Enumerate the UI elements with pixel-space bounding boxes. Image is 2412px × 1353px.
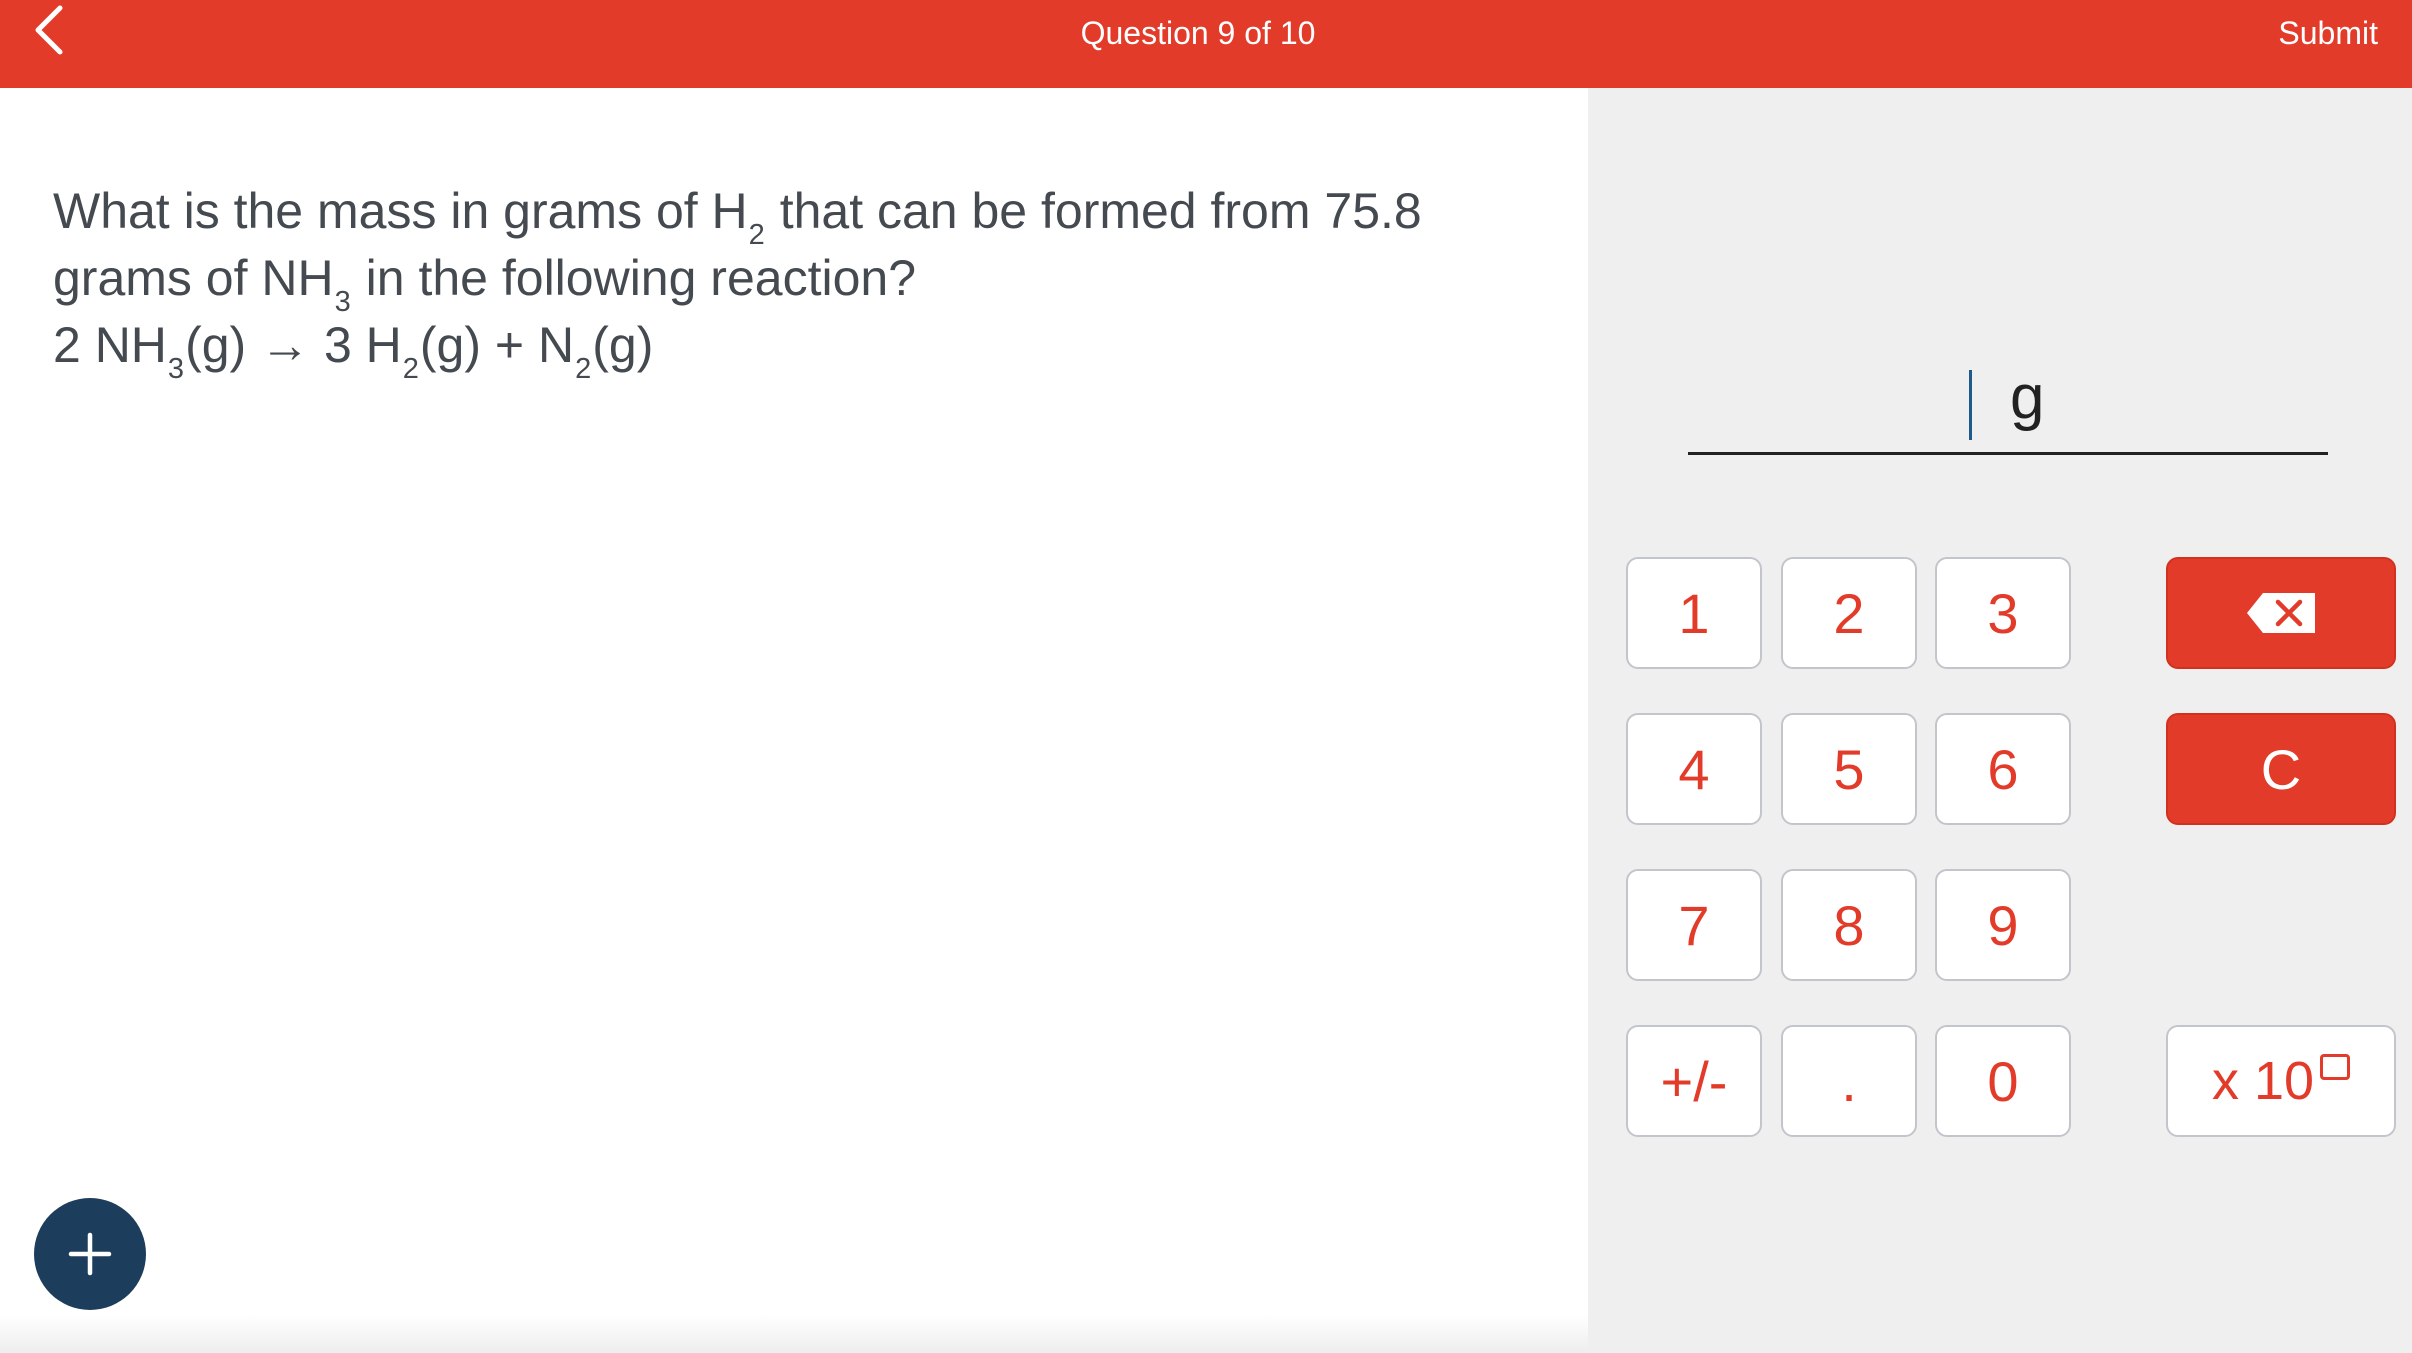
equation-part: 2 NH [53, 317, 167, 373]
backspace-button[interactable] [2166, 557, 2396, 669]
back-button[interactable] [20, 2, 76, 58]
page-title: Question 9 of 10 [1080, 15, 1316, 51]
question-text-part: What is the mass in grams of H [53, 183, 748, 239]
scientific-notation-label: x 10 [2211, 1051, 2315, 1111]
reaction-equation: 2 NH3(g) → 3 H2(g) + N2(g) [53, 316, 1533, 385]
top-bar: Question 9 of 10 Submit [0, 0, 2412, 88]
key-0[interactable]: 0 [1935, 1025, 2071, 1137]
subscript: 3 [334, 286, 351, 318]
text-caret [1969, 370, 1972, 440]
question-line-2: grams of NH3 in the following reaction? [53, 249, 1533, 318]
add-button[interactable] [34, 1198, 146, 1310]
key-8[interactable]: 8 [1781, 869, 1917, 981]
question-text: What is the mass in grams of H2 that can… [53, 182, 1533, 385]
question-text-part: that can be formed from 75.8 [765, 183, 1422, 239]
question-text-part: in the following reaction? [351, 250, 916, 306]
plus-icon [68, 1232, 112, 1276]
subscript: 2 [575, 353, 592, 385]
answer-input[interactable]: g [1688, 358, 2328, 455]
key-3[interactable]: 3 [1935, 557, 2071, 669]
key-2[interactable]: 2 [1781, 557, 1917, 669]
key-4[interactable]: 4 [1626, 713, 1762, 825]
subscript: 3 [167, 353, 185, 385]
subscript: 2 [402, 353, 419, 385]
scientific-notation-button[interactable]: x 10 [2166, 1025, 2396, 1137]
exponent-box-icon [2320, 1054, 2351, 1080]
sign-toggle-button[interactable]: +/- [1626, 1025, 1762, 1137]
decimal-point-button[interactable]: . [1781, 1025, 1917, 1137]
backspace-icon [2247, 593, 2315, 633]
key-9[interactable]: 9 [1935, 869, 2071, 981]
question-text-part: grams of NH [53, 250, 334, 306]
key-6[interactable]: 6 [1935, 713, 2071, 825]
submit-button[interactable]: Submit [2278, 0, 2378, 66]
key-1[interactable]: 1 [1626, 557, 1762, 669]
equation-part: (g) + N [419, 317, 575, 373]
question-line-1: What is the mass in grams of H2 that can… [53, 182, 1533, 251]
equation-part: (g) → 3 H [185, 317, 402, 373]
answer-unit: g [2010, 363, 2045, 432]
key-5[interactable]: 5 [1781, 713, 1917, 825]
chevron-left-icon [35, 5, 63, 55]
clear-button[interactable]: C [2166, 713, 2396, 825]
subscript: 2 [748, 219, 765, 251]
key-7[interactable]: 7 [1626, 869, 1762, 981]
bottom-shadow [0, 1315, 1588, 1353]
equation-part: (g) [592, 317, 654, 373]
